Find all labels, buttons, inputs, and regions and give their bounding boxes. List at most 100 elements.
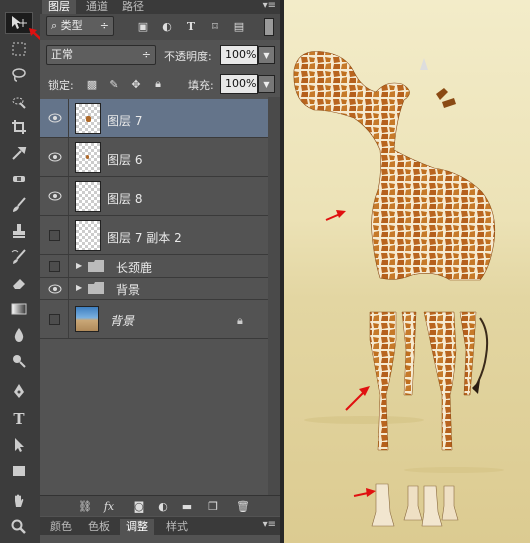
type-icon: T bbox=[13, 410, 25, 428]
crop-icon bbox=[12, 120, 26, 134]
trash-icon[interactable]: 🗑︎ bbox=[236, 499, 250, 513]
visibility-toggle-off[interactable] bbox=[49, 261, 60, 272]
lower-panel-body bbox=[40, 535, 280, 543]
eyedropper-icon bbox=[12, 147, 27, 160]
layer-row[interactable]: 图层 6 bbox=[40, 138, 268, 177]
filter-kind-select[interactable]: ⌕ 类型 ÷ bbox=[46, 16, 114, 36]
arrow-cursor-icon bbox=[15, 438, 24, 452]
new-group-icon[interactable]: ▬ bbox=[180, 499, 194, 513]
chevron-updown-icon: ÷ bbox=[99, 19, 109, 32]
tab-channels[interactable]: 通道 bbox=[80, 0, 114, 14]
tab-adjustments[interactable]: 调整 bbox=[120, 519, 154, 535]
filter-toggle[interactable] bbox=[264, 18, 274, 36]
tab-styles[interactable]: 样式 bbox=[160, 519, 194, 535]
blend-mode-select[interactable]: 正常 ÷ bbox=[46, 45, 156, 65]
eye-icon[interactable] bbox=[48, 112, 62, 124]
magnifier-icon bbox=[11, 519, 26, 534]
fill-label: 填充: bbox=[188, 79, 214, 92]
fx-icon[interactable]: fx bbox=[102, 499, 116, 513]
fill-input[interactable]: 100% bbox=[220, 74, 258, 94]
layer-thumbnail bbox=[75, 220, 101, 251]
brush-tool[interactable] bbox=[5, 194, 33, 216]
tab-swatches[interactable]: 色板 bbox=[82, 519, 116, 535]
gradient-tool[interactable] bbox=[5, 298, 33, 320]
brush-icon bbox=[13, 197, 26, 212]
layers-bottom-bar: ⛓︎ fx ◙ ◐ ▬ ❐ 🗑︎ bbox=[40, 495, 280, 516]
visibility-toggle-off[interactable] bbox=[49, 314, 60, 325]
tab-layers[interactable]: 图层 bbox=[42, 0, 76, 14]
panel-menu-icon[interactable]: ▾≡ bbox=[263, 0, 276, 11]
fill-dropdown-button[interactable]: ▼ bbox=[258, 75, 275, 93]
dodge-icon bbox=[13, 355, 26, 368]
drop-icon bbox=[14, 328, 24, 342]
background-thumbnail bbox=[75, 306, 99, 332]
background-layer-row[interactable]: 背景 🔒︎ bbox=[40, 300, 268, 339]
layer-thumbnail bbox=[75, 181, 101, 212]
lock-transparent-icon[interactable]: ▩ bbox=[84, 76, 100, 92]
hand-icon bbox=[15, 494, 24, 507]
smart-object-filter-icon[interactable]: ▤ bbox=[232, 19, 246, 33]
opacity-input[interactable]: 100% bbox=[220, 45, 258, 65]
lasso-tool[interactable] bbox=[5, 64, 33, 86]
crop-tool[interactable] bbox=[5, 116, 33, 138]
mask-icon[interactable]: ◙ bbox=[132, 499, 146, 513]
eye-icon[interactable] bbox=[48, 190, 62, 202]
lock-position-icon[interactable]: ✥ bbox=[128, 76, 144, 92]
path-select-tool[interactable] bbox=[5, 434, 33, 456]
tools-panel: T bbox=[0, 0, 41, 543]
lock-pixels-icon[interactable]: ✎ bbox=[106, 76, 122, 92]
layer-row[interactable]: 图层 7 副本 2 bbox=[40, 216, 268, 255]
eraser-tool[interactable] bbox=[5, 272, 33, 294]
stamp-icon bbox=[13, 224, 25, 238]
adjustment-filter-icon[interactable]: ◐ bbox=[160, 19, 174, 33]
layer-row[interactable]: 图层 7 bbox=[40, 99, 268, 138]
row-separator bbox=[68, 177, 69, 215]
tab-color[interactable]: 颜色 bbox=[44, 519, 78, 535]
expand-triangle-icon[interactable]: ▶ bbox=[76, 283, 82, 292]
link-icon[interactable]: ⛓︎ bbox=[78, 499, 92, 513]
zoom-tool[interactable] bbox=[5, 516, 33, 538]
clone-stamp-tool[interactable] bbox=[5, 220, 33, 242]
history-brush-tool[interactable] bbox=[5, 246, 33, 268]
rectangle-icon bbox=[13, 466, 25, 476]
eyedropper-tool[interactable] bbox=[5, 142, 33, 164]
new-layer-icon[interactable]: ❐ bbox=[206, 499, 220, 513]
adjustment-layer-icon[interactable]: ◐ bbox=[156, 499, 170, 513]
layers-panel: 图层 通道 路径 ▾≡ ⌕ 类型 ÷ ▣ ◐ T ⌑ ▤ 正常 ÷ 不透明度: 10… bbox=[40, 0, 280, 543]
row-separator bbox=[68, 216, 69, 254]
shape-filter-icon[interactable]: ⌑ bbox=[208, 19, 222, 33]
type-filter-icon[interactable]: T bbox=[184, 19, 198, 33]
row-separator bbox=[68, 300, 69, 338]
group-row[interactable]: ▶ 长颈鹿 bbox=[40, 255, 268, 278]
lock-all-icon[interactable]: 🔒︎ bbox=[150, 76, 166, 92]
layers-scrollbar[interactable] bbox=[268, 97, 280, 495]
expand-triangle-icon[interactable]: ▶ bbox=[76, 261, 82, 270]
lower-panel-tabs: 颜色 色板 调整 样式 ▾≡ bbox=[40, 517, 280, 535]
visibility-toggle-off[interactable] bbox=[49, 230, 60, 241]
layer-row[interactable]: 图层 8 bbox=[40, 177, 268, 216]
layer-name: 图层 7 bbox=[107, 114, 143, 128]
group-row[interactable]: ▶ 背景 bbox=[40, 278, 268, 300]
tab-paths[interactable]: 路径 bbox=[116, 0, 150, 14]
healing-tool[interactable] bbox=[5, 168, 33, 190]
opacity-dropdown-button[interactable]: ▼ bbox=[258, 46, 275, 64]
folder-icon bbox=[88, 260, 104, 272]
type-tool[interactable]: T bbox=[5, 408, 33, 430]
eye-icon[interactable] bbox=[48, 283, 62, 295]
filter-kind-label: 类型 bbox=[60, 19, 83, 32]
document-canvas[interactable] bbox=[284, 0, 530, 543]
quick-select-tool[interactable] bbox=[5, 90, 33, 112]
panel-menu-icon[interactable]: ▾≡ bbox=[263, 519, 276, 530]
pixel-filter-icon[interactable]: ▣ bbox=[136, 19, 150, 33]
search-icon: ⌕ bbox=[51, 19, 61, 32]
rectangle-tool[interactable] bbox=[5, 460, 33, 482]
dodge-tool[interactable] bbox=[5, 350, 33, 372]
hand-tool[interactable] bbox=[5, 490, 33, 512]
pen-tool[interactable] bbox=[5, 380, 33, 402]
eye-icon[interactable] bbox=[48, 151, 62, 163]
layer-name: 图层 6 bbox=[107, 153, 143, 167]
bandage-icon bbox=[13, 176, 25, 182]
group-name: 长颈鹿 bbox=[116, 261, 153, 275]
canvas-image bbox=[284, 0, 530, 543]
blur-tool[interactable] bbox=[5, 324, 33, 346]
